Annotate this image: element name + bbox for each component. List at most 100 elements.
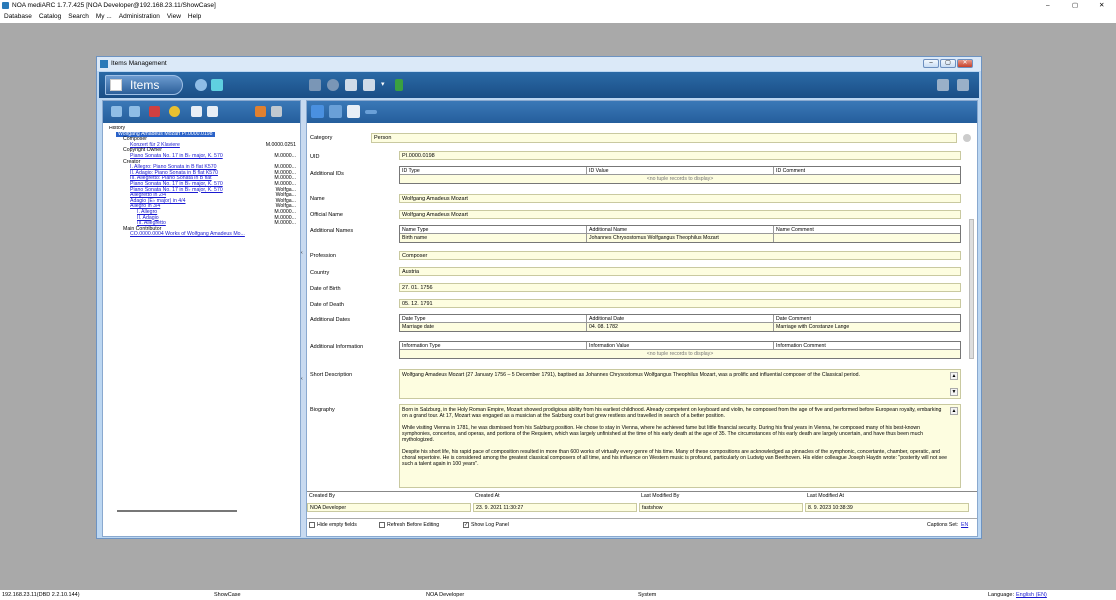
date-of-birth-field[interactable]: 27. 01. 1756 bbox=[399, 283, 961, 292]
menu-my[interactable]: My ... bbox=[96, 13, 112, 20]
column-header[interactable]: Information Type bbox=[400, 342, 587, 350]
category-field[interactable]: Person bbox=[371, 133, 957, 143]
table-cell bbox=[774, 234, 960, 242]
add-icon[interactable] bbox=[311, 105, 324, 118]
column-header[interactable]: Additional Date bbox=[587, 315, 774, 323]
show-log-panel-option[interactable]: ✓ Show Log Panel bbox=[463, 519, 509, 531]
person-icon[interactable] bbox=[395, 79, 403, 91]
maximize-button[interactable]: ▢ bbox=[1072, 0, 1078, 11]
menu-administration[interactable]: Administration bbox=[119, 13, 160, 20]
forward-arrow-icon[interactable] bbox=[129, 106, 140, 117]
column-header[interactable]: Name Comment bbox=[774, 226, 960, 234]
document-icon[interactable] bbox=[345, 79, 357, 91]
scroll-down-icon[interactable]: ▼ bbox=[950, 388, 958, 396]
play-icon[interactable] bbox=[309, 79, 321, 91]
bin-icon[interactable] bbox=[957, 79, 969, 91]
close-button[interactable]: ✕ bbox=[1099, 0, 1104, 11]
additional-names-grid[interactable]: Name Type Additional Name Name Comment B… bbox=[399, 225, 961, 243]
refresh-checkbox[interactable] bbox=[379, 521, 385, 528]
column-header[interactable]: Name Type bbox=[400, 226, 587, 234]
window-maximize-button[interactable]: ▢ bbox=[940, 59, 956, 68]
date-of-death-label: Date of Death bbox=[310, 302, 344, 308]
monitor-icon[interactable] bbox=[211, 79, 223, 91]
profession-field[interactable]: Composer bbox=[399, 251, 961, 260]
window-close-button[interactable]: ✕ bbox=[957, 59, 973, 68]
additional-information-grid[interactable]: Information Type Information Value Infor… bbox=[399, 341, 961, 359]
menu-database[interactable]: Database bbox=[4, 13, 32, 20]
table-row[interactable]: Marriage date 04. 08. 1782 Marriage with… bbox=[400, 323, 960, 331]
menu-catalog[interactable]: Catalog bbox=[39, 13, 61, 20]
relations-tree: History Wolfgang Amadeus Mozart PI.0000.0… bbox=[105, 126, 298, 511]
collapse-arrow-icon[interactable]: ‹ bbox=[301, 250, 303, 256]
language-link[interactable]: English (EN) bbox=[1016, 590, 1047, 600]
folder-icon[interactable] bbox=[363, 79, 375, 91]
role-status: System bbox=[638, 592, 657, 598]
table-header: Information Type Information Value Infor… bbox=[400, 342, 960, 350]
star-icon[interactable] bbox=[169, 106, 180, 117]
wrench-icon[interactable] bbox=[937, 79, 949, 91]
back-arrow-icon[interactable] bbox=[111, 106, 122, 117]
biography-field[interactable]: Born in Salzburg, in the Holy Roman Empi… bbox=[399, 404, 961, 488]
date-of-death-field[interactable]: 05. 12. 1791 bbox=[399, 299, 961, 308]
additional-ids-grid[interactable]: ID Type ID Value ID Comment <no tuple re… bbox=[399, 166, 961, 184]
captions-language-link[interactable]: EN bbox=[961, 519, 968, 531]
column-header[interactable]: Information Value bbox=[587, 342, 774, 350]
tree-scrollbar[interactable] bbox=[117, 510, 237, 512]
window-minimize-button[interactable]: – bbox=[923, 59, 939, 68]
search-icon[interactable] bbox=[195, 79, 207, 91]
items-module-button[interactable]: Items bbox=[105, 75, 183, 95]
modified-at-column: Last Modified At 8. 9. 2023 10:38:39 bbox=[805, 492, 971, 514]
column-header[interactable]: Information Comment bbox=[774, 342, 960, 350]
table-row[interactable]: Birth name Johannes Chrysostomus Wolfgan… bbox=[400, 234, 960, 242]
scroll-up-icon[interactable]: ▲ bbox=[950, 372, 958, 380]
copy-icon[interactable] bbox=[329, 105, 342, 118]
menu-help[interactable]: Help bbox=[188, 13, 201, 20]
table-cell: 04. 08. 1782 bbox=[587, 323, 774, 331]
show-log-checkbox[interactable]: ✓ bbox=[463, 521, 469, 528]
additional-dates-grid[interactable]: Date Type Additional Date Date Comment M… bbox=[399, 314, 961, 332]
category-value: Person bbox=[374, 135, 392, 141]
remove-icon[interactable] bbox=[365, 110, 377, 114]
created-at-label: Created At bbox=[475, 493, 500, 499]
circle-icon[interactable] bbox=[327, 79, 339, 91]
country-field[interactable]: Austria bbox=[399, 267, 961, 276]
date-of-birth-label: Date of Birth bbox=[310, 286, 341, 292]
short-description-field[interactable]: Wolfgang Amadeus Mozart (27 January 1756… bbox=[399, 369, 961, 399]
menu-search[interactable]: Search bbox=[68, 13, 89, 20]
official-name-field[interactable]: Wolfgang Amadeus Mozart bbox=[399, 210, 961, 219]
menu-bar: Database Catalog Search My ... Administratio… bbox=[0, 11, 1116, 23]
column-header[interactable]: ID Value bbox=[587, 167, 774, 175]
hide-empty-fields-option[interactable]: Hide empty fields bbox=[309, 519, 357, 531]
column-header[interactable]: Date Comment bbox=[774, 315, 960, 323]
column-header[interactable]: Additional Name bbox=[587, 226, 774, 234]
name-field[interactable]: Wolfgang Amadeus Mozart bbox=[399, 194, 961, 203]
hide-empty-checkbox[interactable] bbox=[309, 521, 315, 528]
form-scrollbar[interactable] bbox=[969, 219, 974, 359]
status-bar: 192.168.23.11(DBD 2.2.10.144) ShowCase N… bbox=[0, 590, 1116, 600]
app-title: NOA mediARC 1.7.7.425 [NOA Developer@192… bbox=[12, 2, 216, 9]
minimize-button[interactable]: – bbox=[1046, 0, 1050, 11]
tree-panel: History Wolfgang Amadeus Mozart PI.0000.0… bbox=[102, 100, 301, 537]
name-label: Name bbox=[310, 196, 325, 202]
column-header[interactable]: ID Comment bbox=[774, 167, 960, 175]
list-detail-icon[interactable] bbox=[207, 106, 218, 117]
filter-icon[interactable] bbox=[271, 106, 282, 117]
scroll-up-icon[interactable]: ▲ bbox=[950, 407, 958, 415]
collapse-arrow-icon-2[interactable]: ‹ bbox=[301, 376, 303, 382]
refresh-before-editing-option[interactable]: Refresh Before Editing bbox=[379, 519, 439, 531]
edit-icon[interactable] bbox=[347, 105, 360, 118]
lock-icon[interactable] bbox=[963, 134, 971, 142]
bug-icon[interactable] bbox=[149, 106, 160, 117]
additional-ids-label: Additional IDs bbox=[310, 171, 344, 177]
list-icon[interactable] bbox=[191, 106, 202, 117]
tree-node[interactable]: CO.0000.0004 Works of Wolfgang Amadeus M… bbox=[105, 232, 298, 238]
column-header[interactable]: Date Type bbox=[400, 315, 587, 323]
uid-field[interactable]: PI.0000.0198 bbox=[399, 151, 961, 160]
menu-view[interactable]: View bbox=[167, 13, 181, 20]
dropdown-arrow-icon[interactable]: ▾ bbox=[381, 80, 385, 88]
binoculars-icon[interactable] bbox=[255, 106, 266, 117]
column-header[interactable]: ID Type bbox=[400, 167, 587, 175]
table-cell: Marriage date bbox=[400, 323, 587, 331]
server-status: 192.168.23.11(DBD 2.2.10.144) bbox=[2, 592, 80, 598]
category-label: Category bbox=[310, 135, 333, 141]
